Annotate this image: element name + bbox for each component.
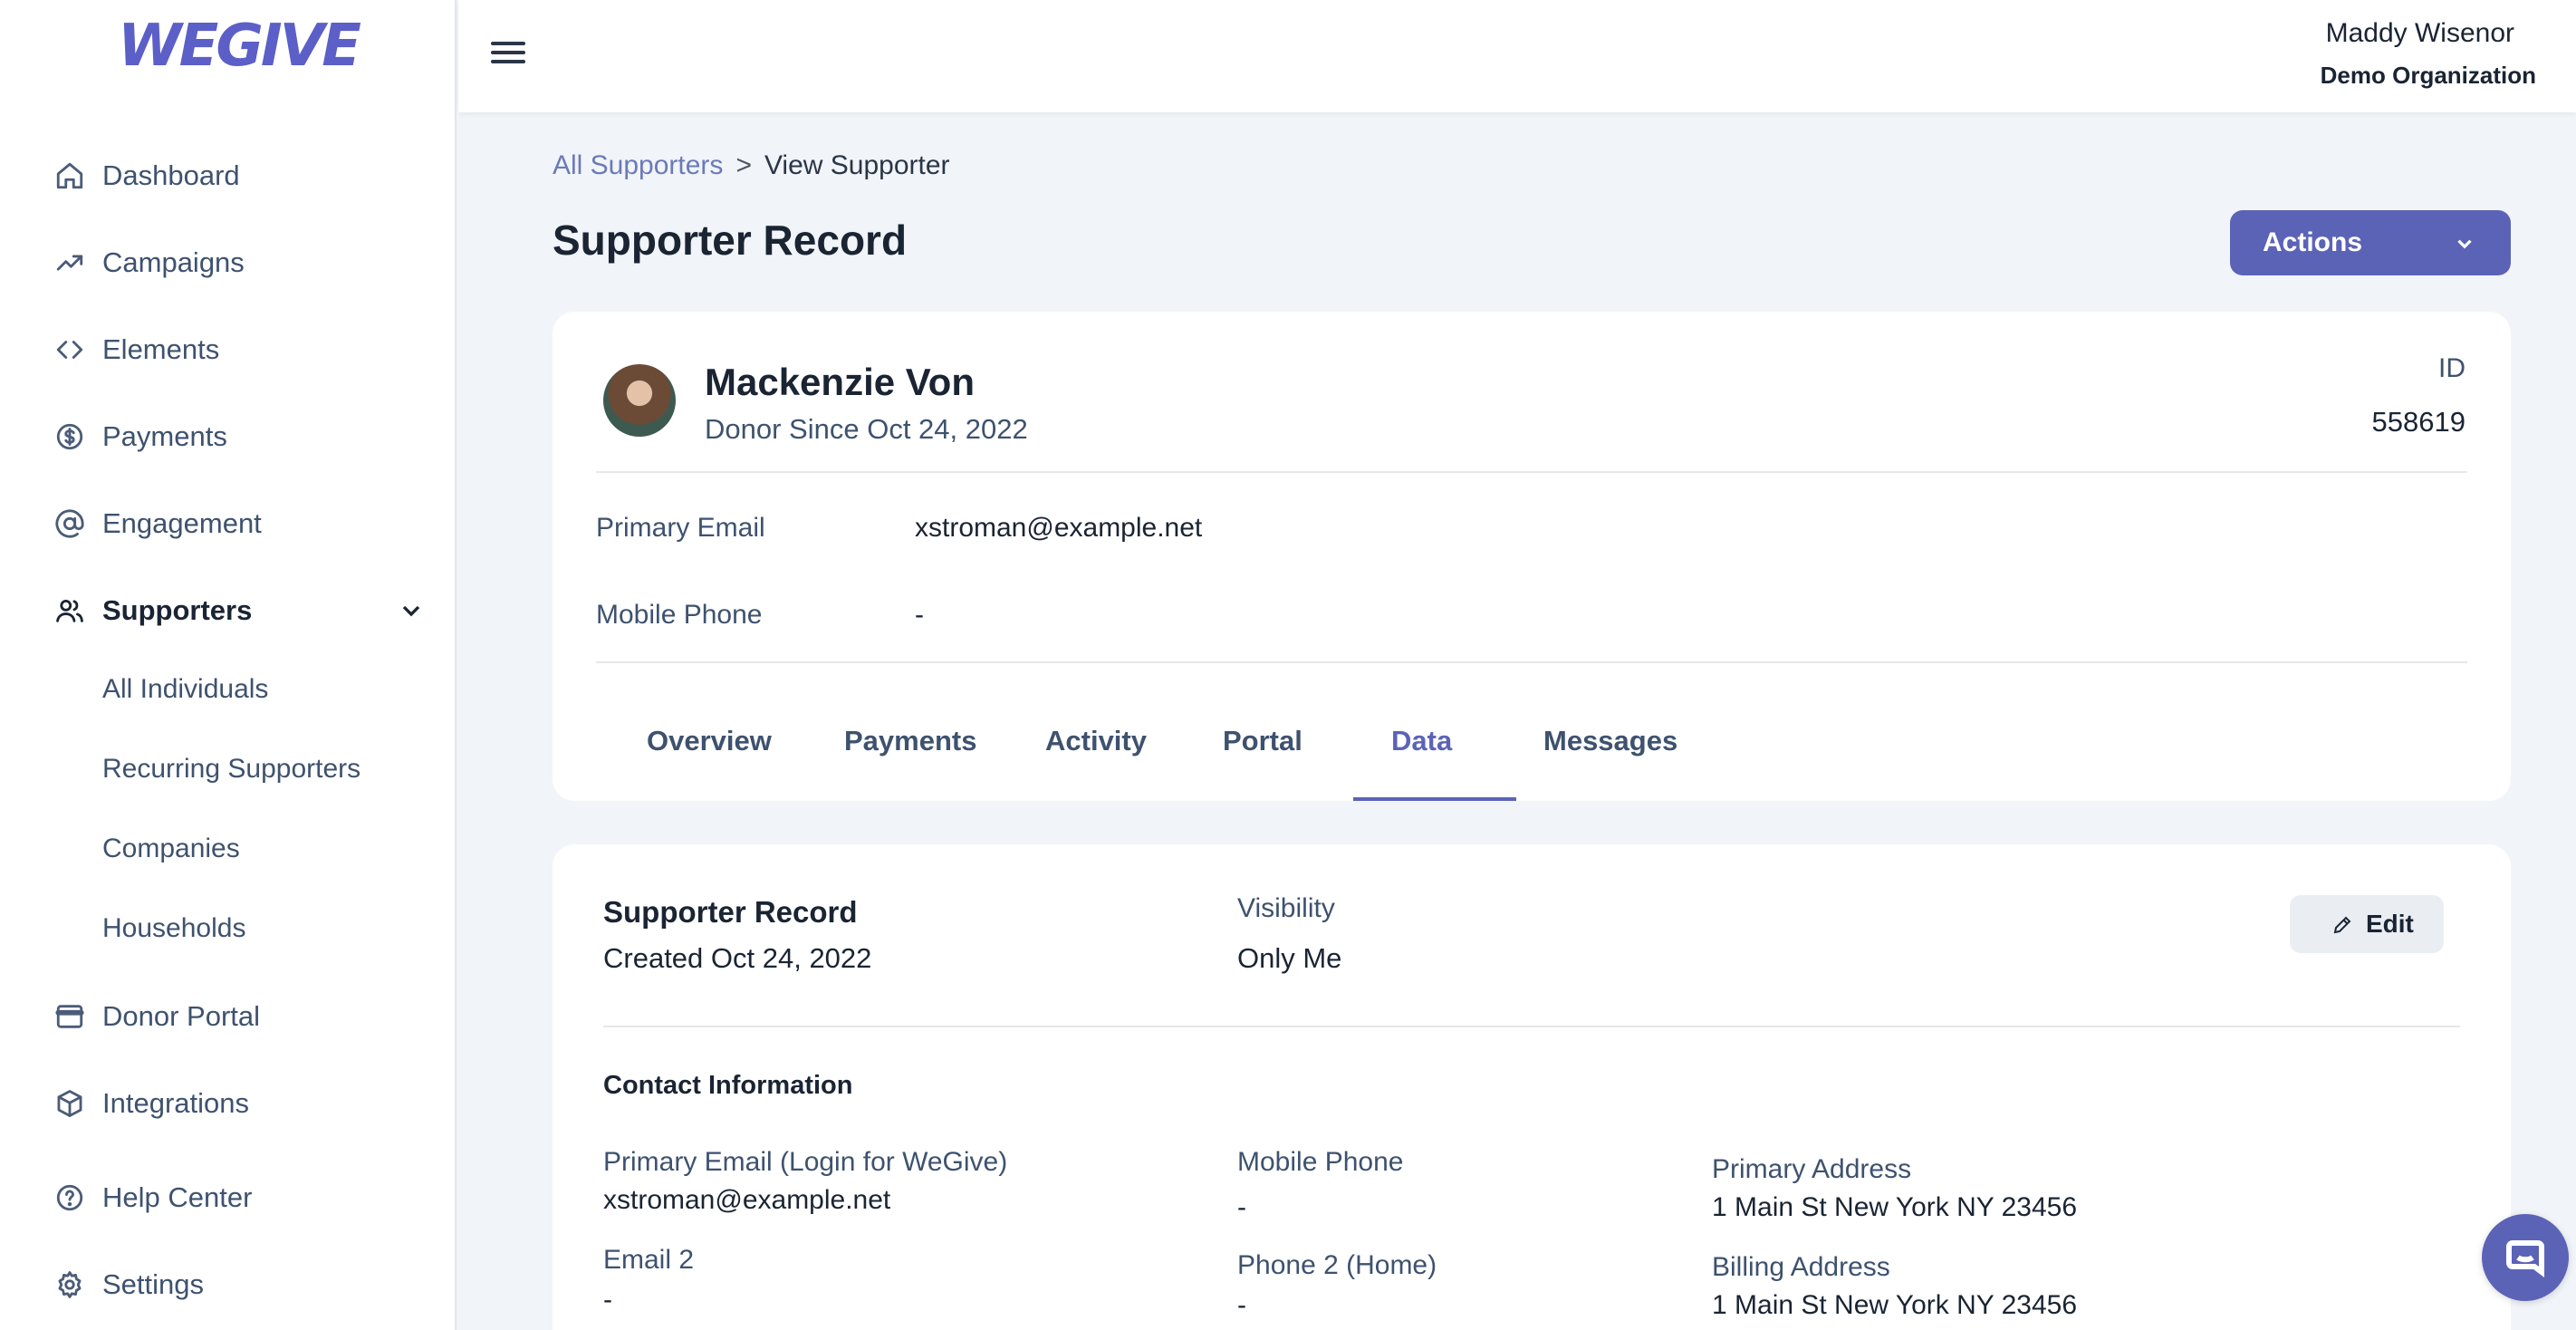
home-icon [53,159,87,193]
actions-button[interactable]: Actions [2230,210,2511,275]
code-icon [53,332,87,367]
active-tab-indicator [1353,797,1516,801]
mobile-phone-value: - [915,600,924,630]
chat-launcher-button[interactable] [2482,1214,2569,1301]
contact-mobile-label: Mobile Phone [1237,1147,1404,1177]
tab-messages[interactable]: Messages [1543,725,1677,757]
actions-button-label: Actions [2263,227,2363,257]
tab-activity[interactable]: Activity [1045,725,1147,757]
email-2-label: Email 2 [603,1245,695,1275]
sidebar-item-label: Elements [102,333,220,365]
contact-info-title: Contact Information [603,1071,853,1100]
help-circle-icon [53,1181,87,1215]
sidebar-item-label: Settings [102,1268,205,1300]
browser-window-icon [53,999,87,1034]
sidebar-item-label: Donor Portal [102,1000,261,1032]
sidebar-item-engagement[interactable]: Engagement [0,496,457,551]
sidebar-item-label: Dashboard [102,159,240,191]
pencil-icon [2331,913,2353,935]
edit-button-label: Edit [2366,910,2414,938]
primary-email-value: xstroman@example.net [915,513,1203,543]
tab-payments[interactable]: Payments [844,725,976,757]
at-sign-icon [53,506,87,541]
divider [596,661,2467,663]
sidebar-item-label: Help Center [102,1181,253,1213]
divider [603,1026,2460,1027]
id-value: 558619 [2371,406,2465,438]
tab-portal[interactable]: Portal [1223,725,1302,757]
record-created: Created Oct 24, 2022 [603,942,872,974]
top-bar: Maddy Wisenor Demo Organization [458,0,2576,112]
supporter-header-card: Mackenzie Von Donor Since Oct 24, 2022 I… [553,312,2511,801]
email-2-value: - [603,1285,612,1315]
page-title: Supporter Record [553,217,908,264]
edit-button[interactable]: Edit [2290,895,2444,953]
donor-since: Donor Since Oct 24, 2022 [705,413,1028,445]
organization-name[interactable]: Demo Organization [2321,62,2536,90]
sidebar-subitem-companies[interactable]: Companies [102,834,240,864]
dollar-circle-icon [53,419,87,454]
sidebar-item-settings[interactable]: Settings [0,1258,457,1312]
sidebar: WEGIVE Dashboard Campaigns Elements Paym… [0,0,457,1330]
chat-icon [2506,1240,2544,1277]
hamburger-menu-icon[interactable] [491,36,529,72]
gear-icon [53,1267,87,1302]
sidebar-subitem-all-individuals[interactable]: All Individuals [102,674,268,705]
tab-data[interactable]: Data [1391,725,1452,757]
contact-primary-email-value: xstroman@example.net [603,1185,891,1215]
billing-address-value: 1 Main St New York NY 23456 [1712,1290,2078,1320]
breadcrumb-separator: > [735,150,752,180]
tab-overview[interactable]: Overview [647,725,772,757]
sidebar-item-label: Campaigns [102,246,245,278]
chevron-down-icon [2453,232,2476,255]
divider [596,471,2467,473]
breadcrumb-all-supporters[interactable]: All Supporters [553,150,723,180]
sidebar-item-payments[interactable]: Payments [0,410,457,464]
users-icon [53,593,87,628]
phone-2-value: - [1237,1290,1246,1320]
chevron-down-icon[interactable] [397,596,426,625]
mobile-phone-label: Mobile Phone [596,600,763,630]
sidebar-subitem-households[interactable]: Households [102,913,245,944]
sidebar-subitem-recurring-supporters[interactable]: Recurring Supporters [102,754,360,785]
contact-primary-email-label: Primary Email (Login for WeGive) [603,1147,1008,1177]
sidebar-item-integrations[interactable]: Integrations [0,1076,457,1131]
avatar [603,364,676,437]
sidebar-item-donor-portal[interactable]: Donor Portal [0,989,457,1044]
sidebar-item-supporters[interactable]: Supporters [0,583,457,638]
supporter-name: Mackenzie Von [705,361,975,403]
wegive-logo[interactable]: WEGIVE [118,13,361,80]
sidebar-item-campaigns[interactable]: Campaigns [0,236,457,290]
contact-mobile-value: - [1237,1192,1246,1222]
record-title: Supporter Record [603,895,858,929]
visibility-label: Visibility [1237,893,1335,923]
supporter-data-card: Supporter Record Created Oct 24, 2022 Vi… [553,844,2511,1330]
sidebar-item-label: Engagement [102,507,262,539]
sidebar-item-label: Integrations [102,1087,249,1119]
billing-address-label: Billing Address [1712,1252,1890,1282]
sidebar-item-elements[interactable]: Elements [0,323,457,377]
breadcrumb-current: View Supporter [764,150,950,180]
primary-email-label: Primary Email [596,513,765,543]
trending-up-icon [53,246,87,280]
visibility-value: Only Me [1237,942,1342,974]
sidebar-item-label: Payments [102,420,227,452]
user-name[interactable]: Maddy Wisenor [2326,18,2514,49]
primary-address-value: 1 Main St New York NY 23456 [1712,1192,2078,1222]
primary-address-label: Primary Address [1712,1154,1912,1184]
phone-2-label: Phone 2 (Home) [1237,1250,1437,1280]
id-label: ID [2438,353,2465,383]
sidebar-item-help-center[interactable]: Help Center [0,1171,457,1225]
sidebar-item-label: Supporters [102,594,253,626]
cube-icon [53,1086,87,1121]
sidebar-item-dashboard[interactable]: Dashboard [0,149,457,203]
breadcrumb: All Supporters > View Supporter [553,150,950,181]
